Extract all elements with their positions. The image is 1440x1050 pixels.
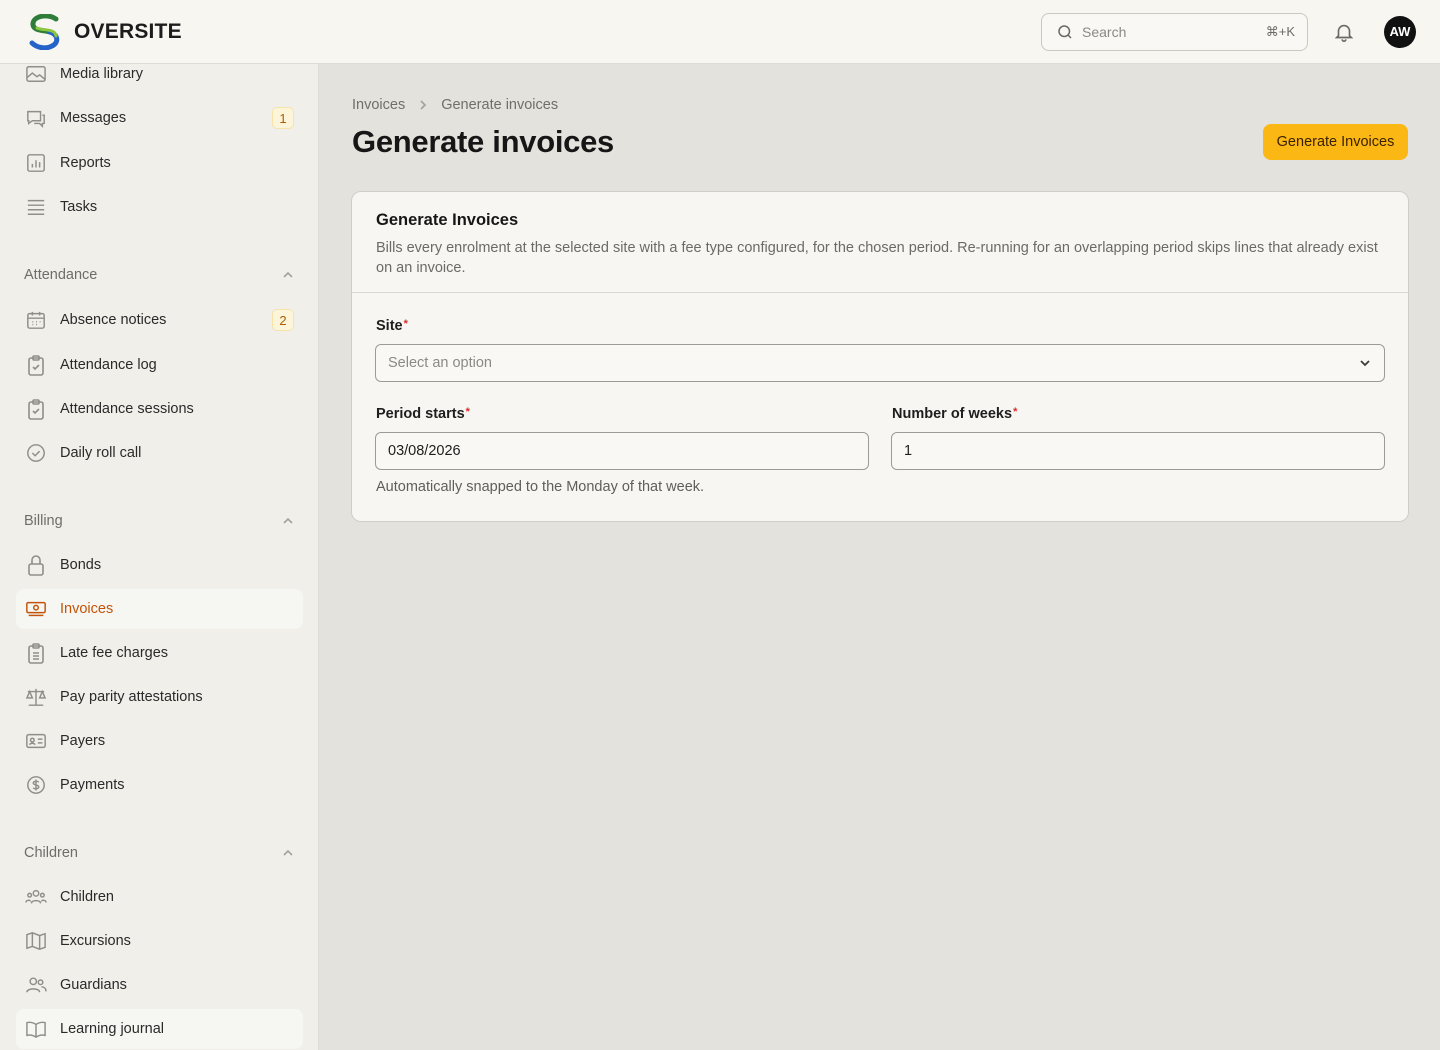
form-description: Bills every enrolment at the selected si… [376, 240, 1378, 276]
top-bar: OVERSITE Search ⌘+K AW [0, 0, 1440, 64]
calendar-icon [24, 308, 48, 332]
sidebar-item-tasks[interactable]: Tasks [16, 187, 303, 227]
sidebar-item-daily-roll-call[interactable]: Daily roll call [16, 433, 303, 473]
generate-invoices-button[interactable]: Generate Invoices [1263, 124, 1408, 160]
users-group-icon [24, 885, 48, 909]
number-of-weeks-field[interactable]: 1 [891, 432, 1385, 470]
sidebar-item-payers[interactable]: Payers [16, 721, 303, 761]
required-marker: * [465, 406, 470, 418]
main-content: Invoices Generate invoices Generate invo… [320, 64, 1440, 1050]
sidebar: Media library Messages 1 Reports Tasks A… [0, 64, 319, 1050]
site-label: Site* [376, 318, 408, 334]
chat-icon [24, 106, 48, 130]
search-shortcut: ⌘+K [1265, 23, 1295, 39]
brand-name: OVERSITE [74, 19, 182, 43]
sidebar-item-bonds[interactable]: Bonds [16, 545, 303, 585]
sidebar-item-payments[interactable]: Payments [16, 765, 303, 805]
period-starts-hint: Automatically snapped to the Monday of t… [376, 479, 705, 495]
group-attendance[interactable]: Attendance [24, 264, 295, 286]
banknote-icon [24, 597, 48, 621]
check-circle-icon [24, 441, 48, 465]
sidebar-item-late-fee-charges[interactable]: Late fee charges [16, 633, 303, 673]
id-card-icon [24, 729, 48, 753]
site-select[interactable]: Select an option [375, 344, 1385, 382]
list-icon [24, 195, 48, 219]
sidebar-item-media-library[interactable]: Media library [16, 64, 303, 94]
breadcrumb: Invoices Generate invoices [352, 97, 558, 113]
search-placeholder: Search [1082, 23, 1127, 40]
breadcrumb-current: Generate invoices [441, 97, 559, 113]
breadcrumb-invoices[interactable]: Invoices [352, 97, 405, 113]
search-icon [1058, 24, 1072, 39]
lock-icon [24, 553, 48, 577]
bell-icon [1334, 24, 1354, 42]
messages-badge: 1 [272, 107, 294, 129]
chevron-up-icon [283, 849, 293, 856]
image-icon [24, 64, 48, 86]
sidebar-item-children[interactable]: Children [16, 877, 303, 917]
chevron-down-icon [1360, 360, 1370, 367]
site-placeholder: Select an option [388, 355, 492, 371]
required-marker: * [403, 318, 408, 330]
group-children[interactable]: Children [24, 842, 295, 864]
period-starts-field[interactable]: 03/08/2026 [375, 432, 869, 470]
absence-badge: 2 [272, 309, 294, 331]
bar-chart-icon [24, 151, 48, 175]
sidebar-item-pay-parity-attestations[interactable]: Pay parity attestations [16, 677, 303, 717]
form-title: Generate Invoices [376, 211, 519, 229]
brand[interactable]: OVERSITE [26, 13, 182, 50]
clipboard-list-icon [24, 641, 48, 665]
users-icon [24, 973, 48, 997]
form-header: Generate Invoices Bills every enrolment … [352, 192, 1408, 293]
chevron-up-icon [283, 271, 293, 278]
map-icon [24, 929, 48, 953]
sidebar-item-messages[interactable]: Messages 1 [16, 98, 303, 138]
sidebar-item-reports[interactable]: Reports [16, 143, 303, 183]
sidebar-item-invoices[interactable]: Invoices [16, 589, 303, 629]
clipboard-check-icon [24, 353, 48, 377]
sidebar-item-excursions[interactable]: Excursions [16, 921, 303, 961]
sidebar-item-learning-journal[interactable]: Learning journal [16, 1009, 303, 1049]
avatar[interactable]: AW [1384, 15, 1416, 48]
notifications-button[interactable] [1332, 20, 1356, 44]
period-starts-label: Period starts* [376, 406, 470, 422]
required-marker: * [1013, 406, 1018, 418]
search-input[interactable]: Search ⌘+K [1041, 12, 1308, 51]
sidebar-item-attendance-log[interactable]: Attendance log [16, 345, 303, 385]
group-billing[interactable]: Billing [24, 510, 295, 532]
number-of-weeks-label: Number of weeks* [892, 406, 1018, 422]
sidebar-item-absence-notices[interactable]: Absence notices 2 [16, 300, 303, 340]
scale-icon [24, 685, 48, 709]
clipboard-check-icon [24, 397, 48, 421]
generate-invoices-form: Generate Invoices Bills every enrolment … [351, 191, 1409, 522]
page-title: Generate invoices [352, 124, 614, 159]
book-open-icon [24, 1017, 48, 1041]
oversite-logo-icon [29, 13, 60, 50]
dollar-circle-icon [24, 773, 48, 797]
chevron-right-icon [420, 100, 427, 110]
sidebar-item-attendance-sessions[interactable]: Attendance sessions [16, 389, 303, 429]
chevron-up-icon [283, 517, 293, 524]
sidebar-item-guardians[interactable]: Guardians [16, 965, 303, 1005]
